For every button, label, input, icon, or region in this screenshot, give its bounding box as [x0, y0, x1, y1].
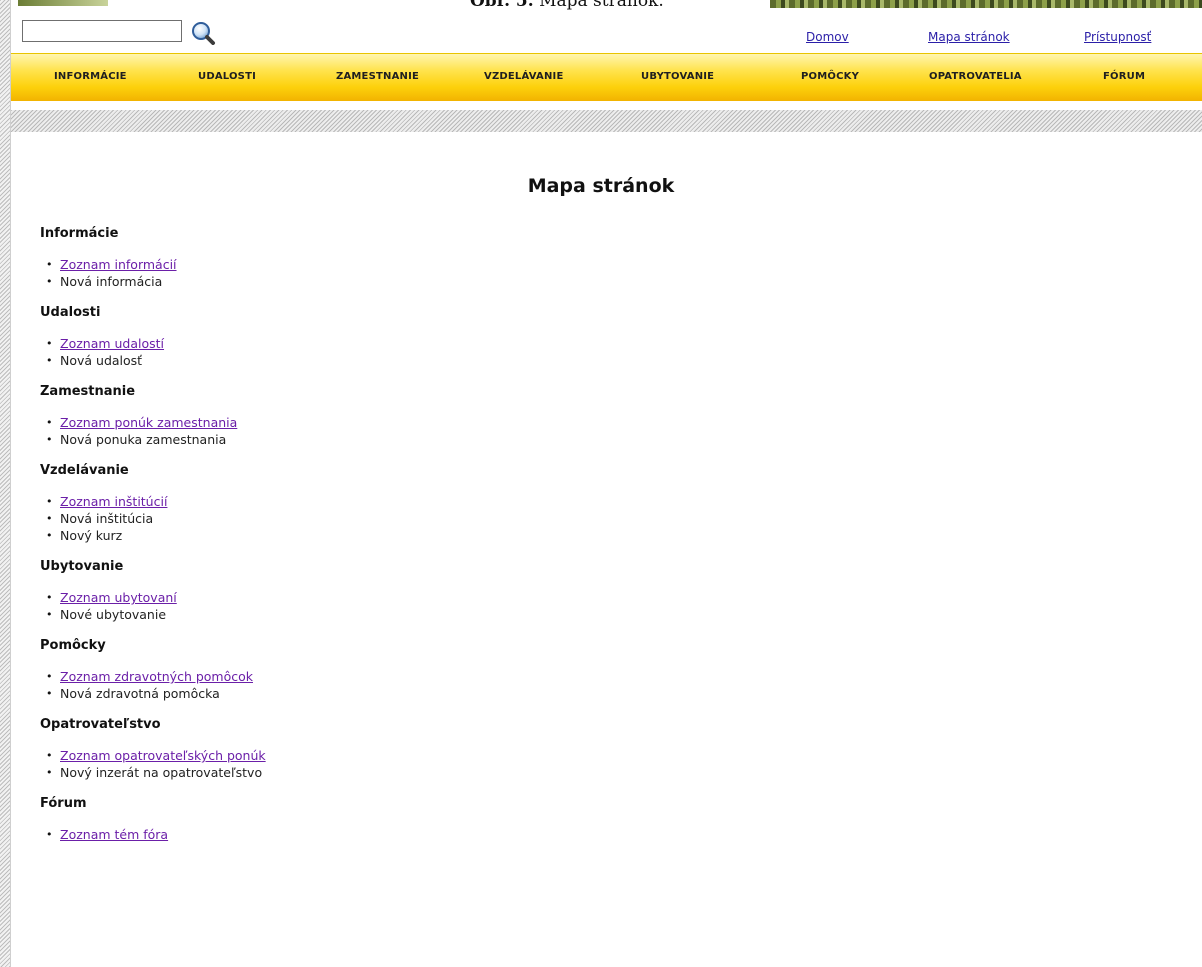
section-heading: Informácie — [40, 226, 119, 241]
sitemap-link[interactable]: Zoznam zdravotných pomôcok — [60, 669, 253, 684]
list-item: Zoznam ponúk zamestnania — [40, 414, 1140, 431]
sitemap-section-ubytovanie: Ubytovanie Zoznam ubytovaní Nové ubytova… — [40, 558, 1140, 623]
section-heading: Opatrovateľstvo — [40, 717, 161, 732]
page-title: Mapa stránok — [527, 175, 675, 197]
sitemap-section-zamestnanie: Zamestnanie Zoznam ponúk zamestnania Nov… — [40, 383, 1140, 448]
list-item: Zoznam opatrovateľských ponúk — [40, 747, 1140, 764]
header-banner-image — [770, 0, 1202, 8]
nav-item-opatrovatelia[interactable]: OPATROVATELIA — [929, 71, 1022, 82]
section-list: Zoznam informácií Nová informácia — [40, 256, 1140, 290]
nav-item-pomocky[interactable]: POMÔCKY — [801, 71, 859, 82]
header-banner-image-left — [18, 0, 108, 6]
sitemap-section-opatrovatelstvo: Opatrovateľstvo Zoznam opatrovateľských … — [40, 716, 1140, 781]
nav-item-udalosti[interactable]: UDALOSTI — [198, 71, 256, 82]
section-list: Zoznam tém fóra — [40, 826, 1140, 843]
nav-spacer — [11, 101, 1202, 110]
top-link-accessibility[interactable]: Prístupnosť — [1084, 30, 1151, 44]
sitemap-section-udalosti: Udalosti Zoznam udalostí Nová udalosť — [40, 304, 1140, 369]
list-item: Nový inzerát na opatrovateľstvo — [40, 764, 1140, 781]
list-item: Zoznam ubytovaní — [40, 589, 1140, 606]
section-heading: Vzdelávanie — [40, 463, 129, 478]
list-item: Nová zdravotná pomôcka — [40, 685, 1140, 702]
section-heading: Pomôcky — [40, 638, 106, 653]
sitemap-section-vzdelavanie: Vzdelávanie Zoznam inštitúcií Nová inšti… — [40, 462, 1140, 544]
section-list: Zoznam ponúk zamestnania Nová ponuka zam… — [40, 414, 1140, 448]
section-list: Zoznam opatrovateľských ponúk Nový inzer… — [40, 747, 1140, 781]
top-link-sitemap[interactable]: Mapa stránok — [928, 30, 1010, 44]
magnifier-icon — [192, 22, 215, 45]
section-heading: Fórum — [40, 796, 87, 811]
list-item: Zoznam zdravotných pomôcok — [40, 668, 1140, 685]
section-heading: Zamestnanie — [40, 384, 136, 399]
sitemap-text: Nová ponuka zamestnania — [60, 432, 227, 447]
sitemap-link[interactable]: Zoznam opatrovateľských ponúk — [60, 748, 266, 763]
sitemap-link[interactable]: Zoznam tém fóra — [60, 827, 168, 842]
section-list: Zoznam udalostí Nová udalosť — [40, 335, 1140, 369]
nav-item-ubytovanie[interactable]: UBYTOVANIE — [641, 71, 714, 82]
sitemap-text: Nový inzerát na opatrovateľstvo — [60, 765, 263, 780]
sitemap-text: Nová udalosť — [60, 353, 143, 368]
sitemap-link[interactable]: Zoznam inštitúcií — [60, 494, 167, 509]
figure-caption: Obr. 5. Mapa stránok. — [470, 0, 664, 11]
main-navigation: INFORMÁCIE UDALOSTI ZAMESTNANIE VZDELÁVA… — [11, 53, 1202, 102]
left-border-decoration — [0, 0, 11, 967]
list-item: Zoznam tém fóra — [40, 826, 1140, 843]
search-button[interactable] — [190, 21, 216, 45]
sitemap-link[interactable]: Zoznam udalostí — [60, 336, 164, 351]
list-item: Zoznam inštitúcií — [40, 493, 1140, 510]
sitemap-text: Nová zdravotná pomôcka — [60, 686, 220, 701]
nav-item-zamestnanie[interactable]: ZAMESTNANIE — [336, 71, 419, 82]
figure-caption-number: Obr. 5. — [470, 0, 534, 11]
sitemap-link[interactable]: Zoznam ponúk zamestnania — [60, 415, 237, 430]
list-item: Nová inštitúcia — [40, 510, 1140, 527]
hatched-divider — [11, 110, 1202, 132]
sitemap-link[interactable]: Zoznam ubytovaní — [60, 590, 177, 605]
sitemap-content: Informácie Zoznam informácií Nová inform… — [40, 225, 1140, 857]
top-link-home[interactable]: Domov — [806, 30, 849, 44]
sitemap-text: Nová inštitúcia — [60, 511, 154, 526]
sitemap-section-informacie: Informácie Zoznam informácií Nová inform… — [40, 225, 1140, 290]
section-list: Zoznam zdravotných pomôcok Nová zdravotn… — [40, 668, 1140, 702]
nav-item-vzdelavanie[interactable]: VZDELÁVANIE — [484, 71, 563, 82]
section-heading: Udalosti — [40, 305, 101, 320]
list-item: Nové ubytovanie — [40, 606, 1140, 623]
list-item: Nový kurz — [40, 527, 1140, 544]
list-item: Zoznam udalostí — [40, 335, 1140, 352]
sitemap-link[interactable]: Zoznam informácií — [60, 257, 177, 272]
sitemap-text: Nové ubytovanie — [60, 607, 167, 622]
nav-item-forum[interactable]: FÓRUM — [1103, 71, 1145, 82]
section-list: Zoznam inštitúcií Nová inštitúcia Nový k… — [40, 493, 1140, 544]
list-item: Nová ponuka zamestnania — [40, 431, 1140, 448]
figure-caption-text: Mapa stránok. — [533, 0, 664, 11]
search-input[interactable] — [22, 20, 182, 42]
sitemap-text: Nový kurz — [60, 528, 123, 543]
list-item: Nová udalosť — [40, 352, 1140, 369]
list-item: Nová informácia — [40, 273, 1140, 290]
section-list: Zoznam ubytovaní Nové ubytovanie — [40, 589, 1140, 623]
sitemap-text: Nová informácia — [60, 274, 163, 289]
sitemap-section-pomocky: Pomôcky Zoznam zdravotných pomôcok Nová … — [40, 637, 1140, 702]
list-item: Zoznam informácií — [40, 256, 1140, 273]
sitemap-section-forum: Fórum Zoznam tém fóra — [40, 795, 1140, 843]
nav-item-informacie[interactable]: INFORMÁCIE — [54, 71, 127, 82]
section-heading: Ubytovanie — [40, 559, 124, 574]
